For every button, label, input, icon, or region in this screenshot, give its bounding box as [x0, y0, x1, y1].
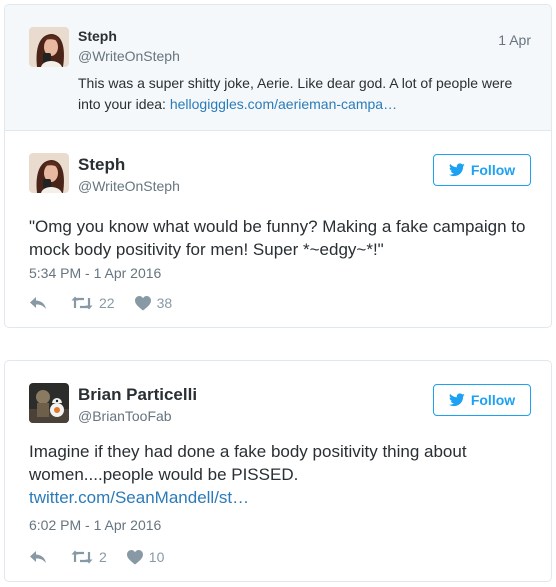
retweet-count: 2	[99, 549, 107, 565]
tweet-timestamp[interactable]: 5:34 PM - 1 Apr 2016	[29, 265, 161, 281]
follow-button[interactable]: Follow	[433, 154, 531, 186]
like-button[interactable]: 38	[134, 295, 173, 311]
retweet-button[interactable]: 2	[71, 549, 107, 565]
tweet-actions: 22 38	[29, 293, 172, 313]
avatar[interactable]	[29, 383, 69, 423]
author-name[interactable]: Steph	[78, 155, 125, 175]
tweet-card-brian: Brian Particelli @BrianTooFab Follow Ima…	[4, 360, 552, 582]
tweet-text-body: Imagine if they had done a fake body pos…	[29, 442, 467, 484]
reply-button[interactable]	[29, 549, 47, 565]
retweet-button[interactable]: 22	[71, 295, 115, 311]
tweet-link[interactable]: twitter.com/SeanMandell/st…	[29, 488, 249, 507]
avatar[interactable]	[29, 153, 69, 193]
follow-label: Follow	[470, 392, 516, 408]
like-count: 38	[156, 295, 173, 311]
author-name[interactable]: Brian Particelli	[78, 385, 197, 405]
heart-icon	[126, 549, 143, 564]
quoted-author-name[interactable]: Steph	[78, 28, 117, 44]
heart-icon	[134, 295, 151, 310]
tweet-timestamp[interactable]: 6:02 PM - 1 Apr 2016	[29, 517, 161, 533]
like-count: 10	[148, 549, 165, 565]
quoted-link[interactable]: hellogiggles.com/aerieman-campa…	[170, 96, 397, 112]
author-handle[interactable]: @BrianTooFab	[78, 408, 172, 424]
retweet-icon	[71, 296, 93, 310]
quoted-date[interactable]: 1 Apr	[498, 32, 531, 48]
quoted-author-handle[interactable]: @WriteOnSteph	[78, 48, 180, 64]
twitter-bird-icon	[448, 393, 465, 407]
follow-label: Follow	[470, 162, 516, 178]
tweet-card-steph: Steph @WriteOnSteph 1 Apr This was a sup…	[4, 4, 552, 328]
tweet-text: "Omg you know what would be funny? Makin…	[29, 217, 526, 259]
twitter-bird-icon	[448, 163, 465, 177]
quoted-tweet[interactable]: Steph @WriteOnSteph 1 Apr This was a sup…	[5, 5, 551, 131]
like-button[interactable]: 10	[126, 549, 165, 565]
reply-icon	[30, 551, 46, 563]
reply-button[interactable]	[29, 295, 47, 311]
retweet-icon	[71, 550, 93, 564]
retweet-count: 22	[99, 295, 115, 311]
reply-icon	[30, 297, 46, 309]
tweet-actions: 2 10	[29, 547, 164, 567]
quoted-avatar[interactable]	[29, 27, 69, 67]
tweet-text: Imagine if they had done a fake body pos…	[29, 440, 499, 509]
follow-button[interactable]: Follow	[433, 384, 531, 416]
quoted-text: This was a super shitty joke, Aerie. Lik…	[78, 73, 533, 115]
author-handle[interactable]: @WriteOnSteph	[78, 178, 180, 194]
